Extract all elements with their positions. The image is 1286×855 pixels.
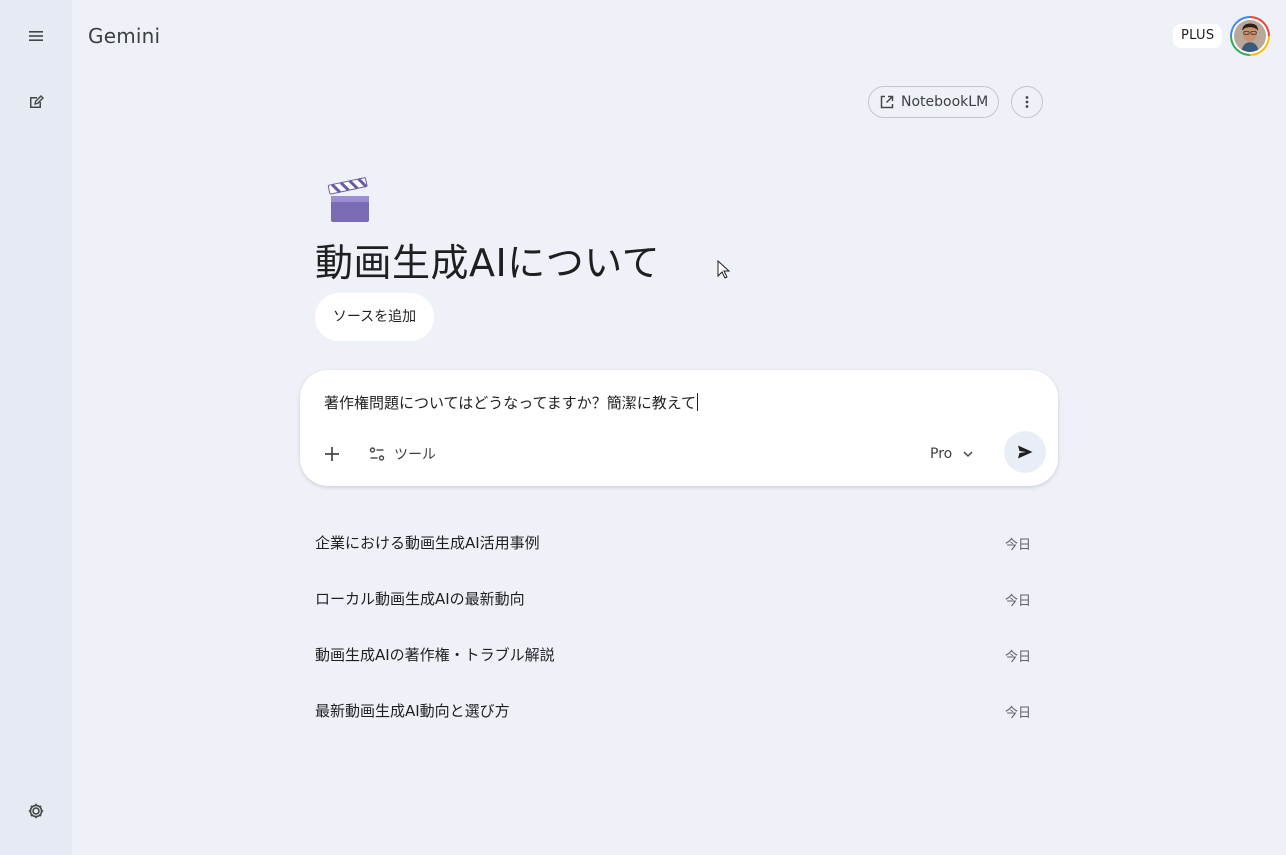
brand-title[interactable]: Gemini bbox=[88, 24, 160, 48]
add-attachment-button[interactable] bbox=[314, 436, 350, 472]
send-button[interactable] bbox=[1004, 431, 1046, 473]
gemini-app: Gemini PLUS NotebookLM 動画生成AIについて ソースを追加… bbox=[0, 0, 1286, 855]
history-item[interactable]: 最新動画生成AI動向と選び方 今日 bbox=[315, 682, 1035, 738]
model-label: Pro bbox=[930, 446, 953, 462]
tools-icon bbox=[369, 447, 385, 461]
open-in-new-icon bbox=[880, 95, 894, 109]
notebooklm-button[interactable]: NotebookLM bbox=[868, 86, 999, 118]
notebooklm-label: NotebookLM bbox=[901, 94, 989, 110]
model-selector[interactable]: Pro bbox=[930, 440, 974, 468]
plan-badge: PLUS bbox=[1173, 24, 1223, 48]
gem-title: 動画生成AIについて bbox=[315, 241, 661, 285]
history-item-date: 今日 bbox=[1004, 650, 1031, 665]
history-item-date: 今日 bbox=[1004, 538, 1031, 553]
tools-label: ツール bbox=[394, 447, 436, 463]
history-item-title: 動画生成AIの著作権・トラブル解説 bbox=[315, 646, 555, 664]
mouse-pointer-icon bbox=[717, 260, 731, 279]
send-icon bbox=[1018, 445, 1033, 459]
add-source-button[interactable]: ソースを追加 bbox=[315, 293, 434, 341]
plus-icon bbox=[325, 447, 339, 461]
prompt-input[interactable]: 著作権問題についてはどうなってますか？簡潔に教えて bbox=[324, 392, 699, 413]
more-vert-icon bbox=[1025, 96, 1029, 108]
menu-icon[interactable] bbox=[18, 18, 54, 54]
tools-button[interactable]: ツール bbox=[368, 440, 436, 468]
prompt-composer: 著作権問題についてはどうなってますか？簡潔に教えて ツール Pro bbox=[300, 370, 1058, 486]
history-item-title: 最新動画生成AI動向と選び方 bbox=[315, 702, 510, 720]
user-avatar[interactable] bbox=[1230, 16, 1270, 56]
history-item[interactable]: 企業における動画生成AI活用事例 今日 bbox=[315, 514, 1035, 570]
prompt-input-value: 著作権問題についてはどうなってますか？簡潔に教えて bbox=[324, 394, 697, 412]
settings-icon[interactable] bbox=[18, 793, 54, 829]
new-chat-icon[interactable] bbox=[18, 84, 54, 120]
conversation-history-list: 企業における動画生成AI活用事例 今日 ローカル動画生成AIの最新動向 今日 動… bbox=[315, 514, 1035, 738]
history-item-date: 今日 bbox=[1004, 594, 1031, 609]
sidebar-rail bbox=[0, 0, 72, 855]
clapper-board-icon bbox=[327, 177, 369, 222]
history-item-title: 企業における動画生成AI活用事例 bbox=[315, 534, 540, 552]
history-item[interactable]: 動画生成AIの著作権・トラブル解説 今日 bbox=[315, 626, 1035, 682]
history-item[interactable]: ローカル動画生成AIの最新動向 今日 bbox=[315, 570, 1035, 626]
history-item-title: ローカル動画生成AIの最新動向 bbox=[315, 590, 525, 608]
chevron-down-icon bbox=[963, 451, 973, 458]
more-options-button[interactable] bbox=[1011, 86, 1043, 118]
text-caret bbox=[697, 393, 699, 411]
history-item-date: 今日 bbox=[1004, 706, 1031, 721]
